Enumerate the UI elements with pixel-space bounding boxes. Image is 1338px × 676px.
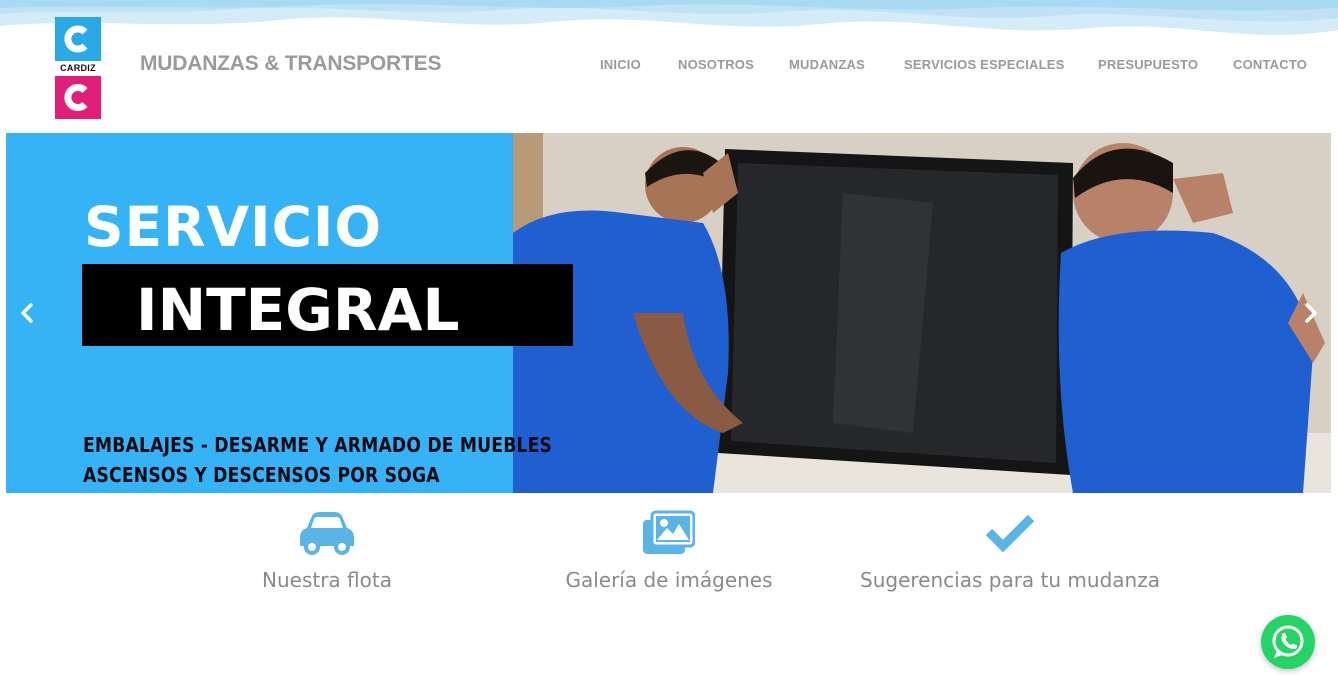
logo-top-block bbox=[55, 17, 101, 61]
feature-galeria-imagenes[interactable]: Galería de imágenes bbox=[509, 510, 829, 600]
hero-slider: SERVICIO INTEGRAL EMBALAJES - DESARME Y … bbox=[6, 133, 1331, 493]
feature-nuestra-flota[interactable]: Nuestra flota bbox=[167, 510, 487, 600]
site-header: CARDIZ MUDANZAS & TRANSPORTES INICIO NOS… bbox=[0, 0, 1338, 133]
feature-label: Nuestra flota bbox=[262, 568, 392, 592]
nav-item-servicios-especiales[interactable]: SERVICIOS ESPECIALES bbox=[904, 57, 1065, 72]
check-icon bbox=[985, 514, 1035, 553]
feature-label: Galería de imágenes bbox=[565, 568, 773, 592]
whatsapp-button[interactable] bbox=[1261, 615, 1315, 669]
header-wave-decoration bbox=[0, 0, 1338, 35]
chevron-left-icon[interactable] bbox=[16, 301, 40, 325]
slide-heading-line2: INTEGRAL bbox=[136, 276, 460, 344]
slide-subtext-line2: ASCENSOS Y DESCENSOS POR SOGA bbox=[83, 463, 440, 487]
whatsapp-icon bbox=[1272, 625, 1304, 658]
images-icon bbox=[643, 510, 695, 554]
nav-item-presupuesto[interactable]: PRESUPUESTO bbox=[1098, 57, 1198, 72]
main-nav: INICIO NOSOTROS MUDANZAS SERVICIOS ESPEC… bbox=[0, 57, 1338, 75]
chevron-right-icon[interactable] bbox=[1298, 301, 1322, 325]
nav-item-mudanzas[interactable]: MUDANZAS bbox=[789, 57, 865, 72]
nav-item-nosotros[interactable]: NOSOTROS bbox=[678, 57, 754, 72]
nav-item-contacto[interactable]: CONTACTO bbox=[1233, 57, 1307, 72]
car-icon bbox=[300, 512, 354, 555]
slide-subtext-line1: EMBALAJES - DESARME Y ARMADO DE MUEBLES bbox=[83, 433, 553, 457]
logo-c-letter-top bbox=[64, 25, 88, 53]
slide-photo-movers-tv bbox=[513, 133, 1331, 493]
slide-heading-line1: SERVICIO bbox=[84, 195, 383, 259]
feature-label: Sugerencias para tu mudanza bbox=[860, 568, 1160, 592]
logo-bottom-block bbox=[55, 76, 101, 119]
logo-c-letter-bottom bbox=[64, 84, 88, 111]
nav-item-inicio[interactable]: INICIO bbox=[600, 57, 641, 72]
feature-sugerencias[interactable]: Sugerencias para tu mudanza bbox=[850, 510, 1170, 600]
